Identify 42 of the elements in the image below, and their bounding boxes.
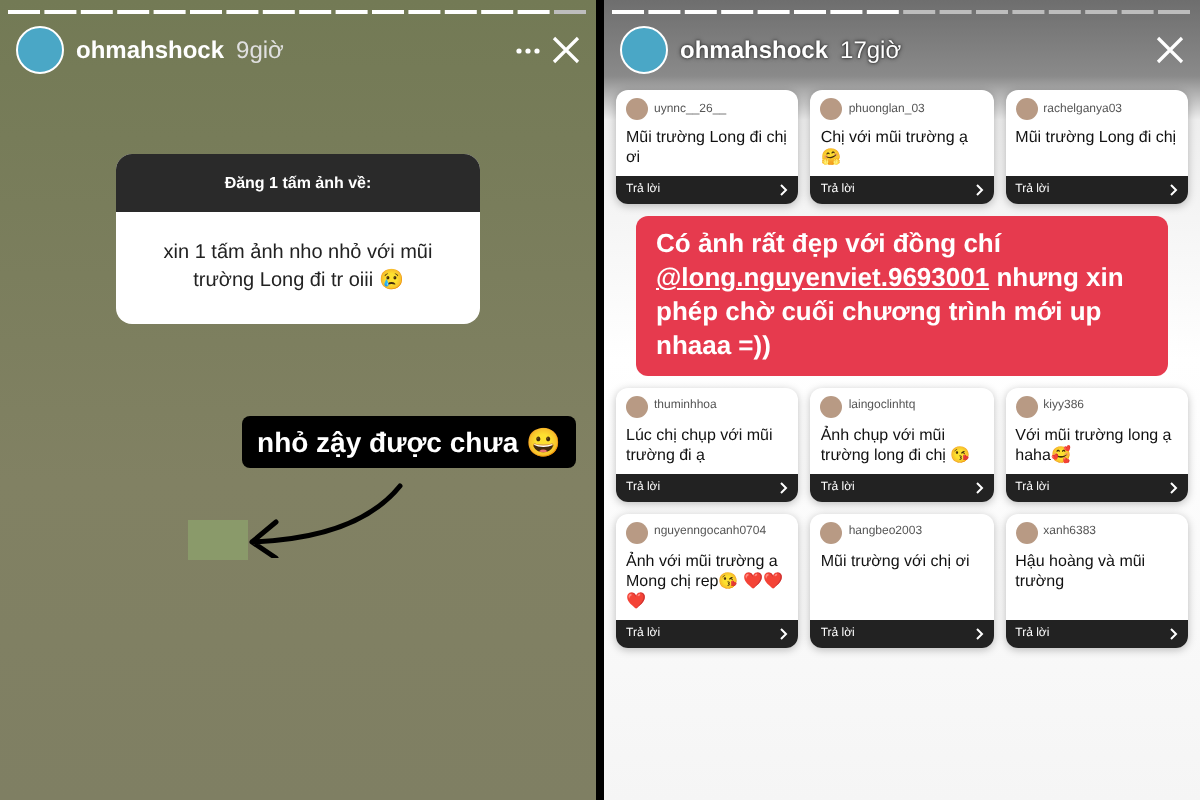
avatar (1015, 395, 1038, 418)
chevron-right-icon (1170, 627, 1178, 640)
reply-message: Mũi trường với chị ơi (818, 549, 972, 574)
avatar (820, 395, 843, 418)
story-text: Có ảnh rất đẹp với đồng chí @long.nguyenviet.9693001 nhưng xin phép chờ cuối chương trình mới up nhaaa =)) (636, 216, 1168, 376)
post-time: 9giờ (236, 36, 284, 64)
avatar (626, 98, 648, 120)
avatar[interactable] (620, 26, 668, 74)
chevron-right-icon (975, 627, 984, 640)
photo-placeholder (188, 520, 248, 560)
reply-message: Mũi trường Long đi chị (1013, 126, 1179, 150)
chevron-right-icon (975, 184, 984, 196)
reply-message: Chị với mũi trường ạ 🤗 (818, 126, 970, 170)
sticker-answer: xin 1 tấm ảnh nho nhỏ với mũi trường Long đi tr oiii 😢 (161, 240, 435, 296)
sticker-prompt: Đăng 1 tấm ảnh về: (116, 154, 480, 212)
username[interactable]: ohmahshock (680, 36, 829, 64)
post-time: 17giờ (840, 36, 902, 64)
chevron-right-icon (780, 184, 789, 196)
avatar (626, 521, 648, 544)
close-icon[interactable] (552, 36, 580, 64)
mention-link[interactable]: @long.nguyenviet.9693001 (656, 261, 990, 292)
close-icon[interactable] (1156, 36, 1184, 64)
chevron-right-icon (975, 481, 984, 494)
chevron-right-icon (780, 627, 789, 640)
username[interactable]: ohmahshock (76, 36, 225, 64)
reply-message: Hậu hoàng và mũi trường (1013, 549, 1148, 594)
reply-message: Với mũi trường long ạ haha🥰 (1013, 423, 1174, 468)
avatar (1015, 98, 1038, 120)
avatar (820, 98, 843, 120)
caption-tag: nhỏ zậy được chưa 😀 (241, 416, 576, 468)
reply-message: Ảnh chụp với mũi trường long đi chị 😘 (818, 423, 973, 468)
avatar (1015, 521, 1038, 544)
chevron-right-icon (780, 481, 789, 494)
avatar[interactable] (16, 26, 64, 74)
reply-message: Lúc chị chụp với mũi trường đi ạ (624, 423, 775, 468)
more-icon[interactable] (516, 47, 540, 53)
reply-message: Mũi trường Long đi chị ơi (624, 126, 789, 170)
chevron-right-icon (1170, 184, 1178, 196)
avatar (626, 395, 648, 418)
chevron-right-icon (1170, 481, 1178, 494)
reply-message: Ảnh với mũi trường a Mong chị rep😘 ❤❤❤ (624, 549, 785, 614)
avatar (820, 521, 843, 544)
